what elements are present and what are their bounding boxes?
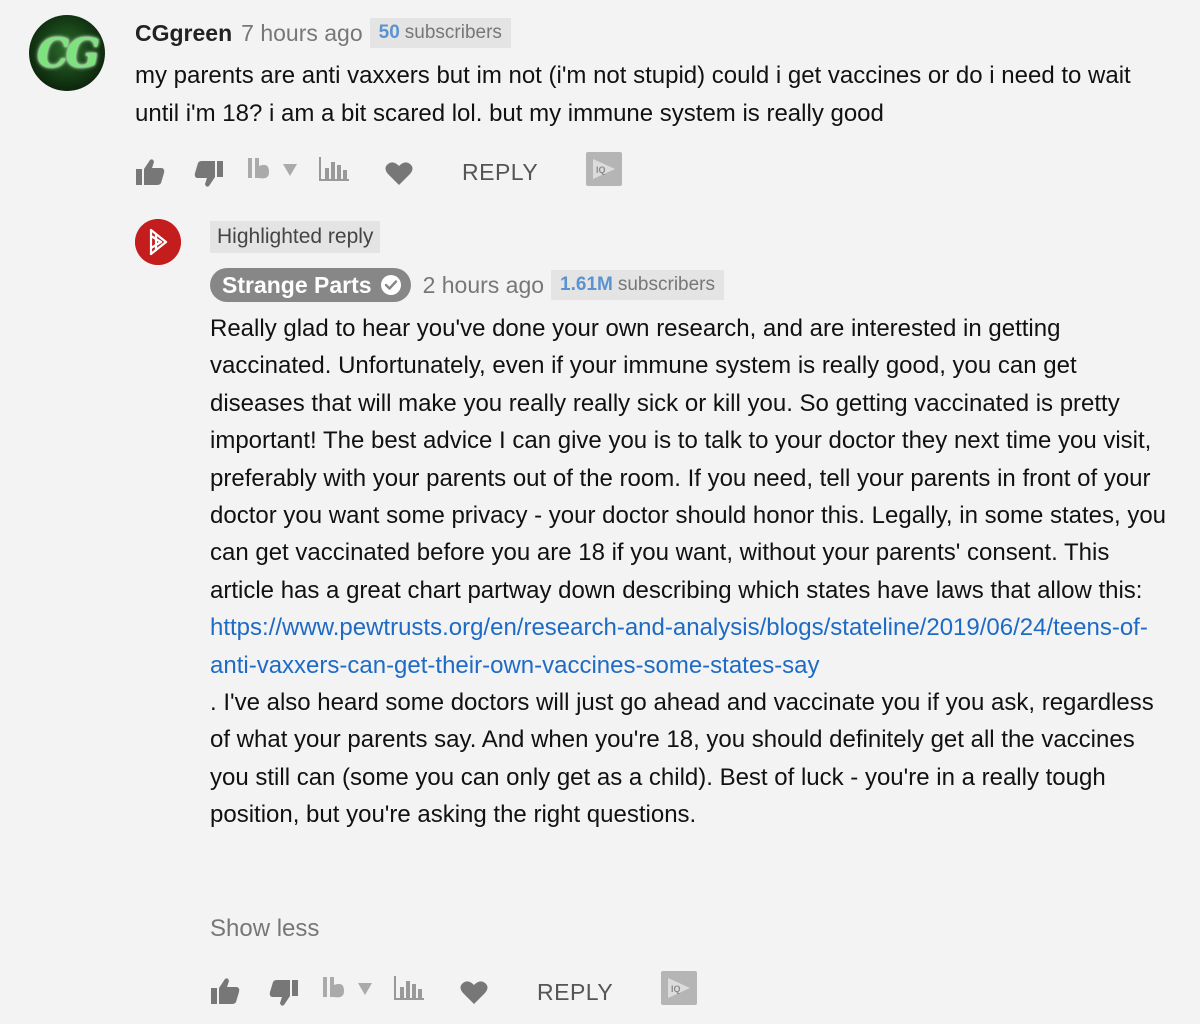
stats-icon[interactable]	[393, 975, 425, 1001]
subscriber-count: 50	[378, 22, 400, 43]
svg-text:IQ: IQ	[671, 984, 681, 994]
reply-time[interactable]: 2 hours ago	[423, 272, 544, 299]
avatar[interactable]: CG	[29, 15, 105, 91]
reply-text-paragraph: Really glad to hear you've done your own…	[210, 315, 1167, 604]
reply-author-name: Strange Parts	[222, 271, 372, 298]
show-less-button[interactable]: Show less	[210, 915, 319, 943]
tubebuddy-dropdown-icon[interactable]	[322, 975, 374, 1001]
thumbs-up-icon[interactable]	[135, 158, 165, 186]
reply-text-paragraph: . I've also heard some doctors will just…	[210, 689, 1154, 829]
heart-icon[interactable]	[385, 161, 413, 186]
reply-button[interactable]: REPLY	[462, 159, 538, 186]
article-link[interactable]: https://www.pewtrusts.org/en/research-an…	[210, 614, 1148, 678]
comment-time[interactable]: 7 hours ago	[241, 20, 362, 47]
stats-icon[interactable]	[318, 156, 350, 182]
comment-author[interactable]: CGgreen	[135, 20, 232, 47]
avatar[interactable]	[135, 219, 181, 265]
tube-icon[interactable]: IQ	[586, 152, 622, 186]
comment-header: CGgreen 7 hours ago 50 subscribers	[135, 16, 511, 50]
highlighted-reply-badge: Highlighted reply	[210, 221, 381, 253]
svg-text:IQ: IQ	[596, 165, 606, 175]
subscriber-badge: 50 subscribers	[369, 18, 511, 48]
comment-action-bar: REPLY IQ	[135, 152, 635, 192]
thumbs-up-icon[interactable]	[210, 977, 240, 1005]
comment-text: my parents are anti vaxxers but im not (…	[135, 62, 1131, 127]
subscriber-badge: 1.61M subscribers	[551, 270, 725, 300]
reply-header: Strange Parts 2 hours ago 1.61M subscrib…	[210, 267, 725, 303]
strange-parts-logo-icon	[135, 219, 181, 265]
reply-action-bar: REPLY IQ	[210, 971, 710, 1011]
heart-icon[interactable]	[460, 980, 488, 1005]
subscriber-count: 1.61M	[560, 274, 613, 295]
thumbs-down-icon[interactable]	[194, 160, 224, 188]
reply-button[interactable]: REPLY	[537, 979, 613, 1006]
thumbs-down-icon[interactable]	[269, 979, 299, 1007]
verified-icon	[380, 275, 401, 295]
subscriber-label: subscribers	[617, 274, 716, 295]
avatar-text: CG	[37, 29, 100, 77]
tube-icon[interactable]: IQ	[661, 971, 697, 1005]
reply-text: Really glad to hear you've done your own…	[210, 310, 1170, 834]
reply-author[interactable]: Strange Parts	[210, 268, 411, 302]
subscriber-label: subscribers	[404, 22, 502, 43]
tubebuddy-dropdown-icon[interactable]	[247, 156, 299, 182]
